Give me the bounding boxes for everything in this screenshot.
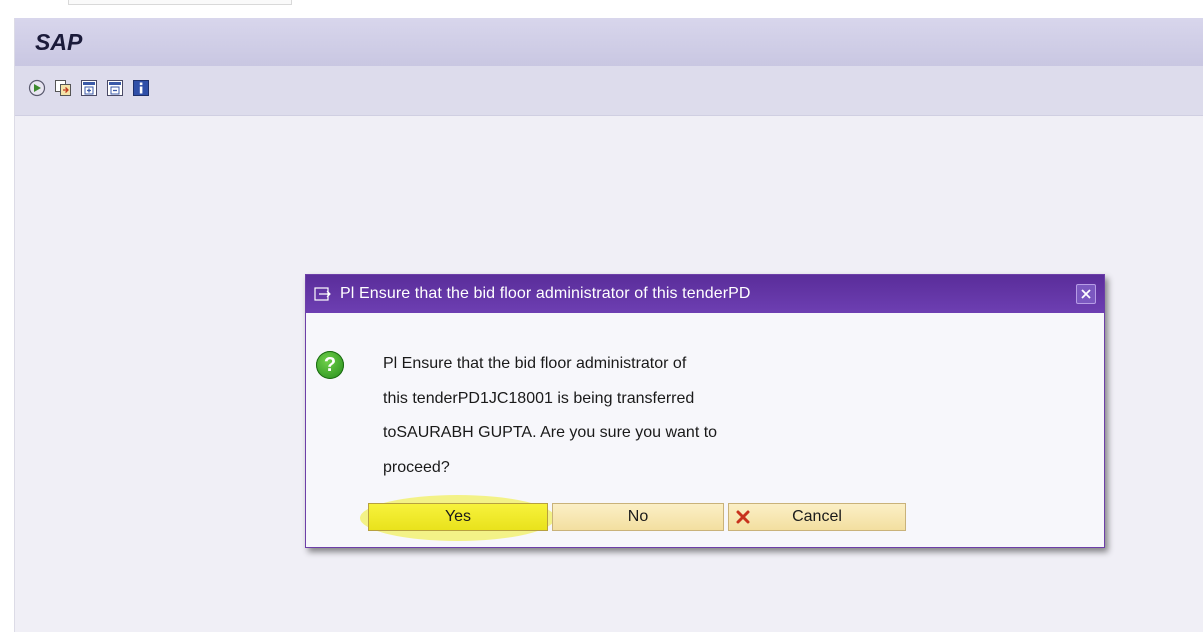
collapse-all-button[interactable] — [105, 78, 125, 98]
yes-button-label: Yes — [444, 508, 472, 525]
app-title: SAP — [35, 28, 83, 55]
application-toolbar — [15, 66, 1203, 116]
yes-button[interactable]: Yes — [368, 503, 548, 531]
execute-button[interactable] — [27, 78, 47, 98]
close-button[interactable] — [1076, 284, 1096, 304]
question-icon: ? — [316, 351, 344, 379]
dialog-window-icon — [314, 286, 334, 302]
message-line: toSAURABH GUPTA. Are you sure you want t… — [383, 424, 718, 441]
message-line: Pl Ensure that the bid floor administrat… — [383, 355, 687, 372]
close-icon — [1081, 289, 1091, 299]
dialog-title-bar[interactable]: Pl Ensure that the bid floor administrat… — [306, 275, 1104, 313]
title-bar: SAP — [15, 18, 1203, 66]
no-button-label: No — [627, 508, 649, 525]
execute-icon — [28, 79, 46, 97]
message-line: this tenderPD1JC18001 is being transferr… — [383, 389, 695, 407]
browser-tab-edge — [68, 0, 292, 5]
confirmation-dialog: Pl Ensure that the bid floor administrat… — [305, 274, 1105, 548]
no-button[interactable]: No — [552, 503, 724, 531]
browser-top-strip — [0, 0, 1203, 10]
dialog-title: Pl Ensure that the bid floor administrat… — [340, 285, 751, 302]
dialog-button-row: Yes No Cancel — [368, 503, 910, 533]
expand-all-button[interactable] — [79, 78, 99, 98]
copy-button[interactable] — [53, 78, 73, 98]
cancel-button[interactable]: Cancel — [728, 503, 906, 531]
collapse-all-icon — [107, 80, 123, 96]
info-icon — [133, 80, 149, 96]
message-line: proceed? — [383, 458, 450, 476]
dialog-message: Pl Ensure that the bid floor administrat… — [383, 347, 803, 485]
expand-all-icon — [81, 80, 97, 96]
info-button[interactable] — [131, 78, 151, 98]
cancel-button-label: Cancel — [792, 508, 842, 525]
cancel-icon — [736, 510, 750, 524]
copy-icon — [55, 80, 71, 96]
